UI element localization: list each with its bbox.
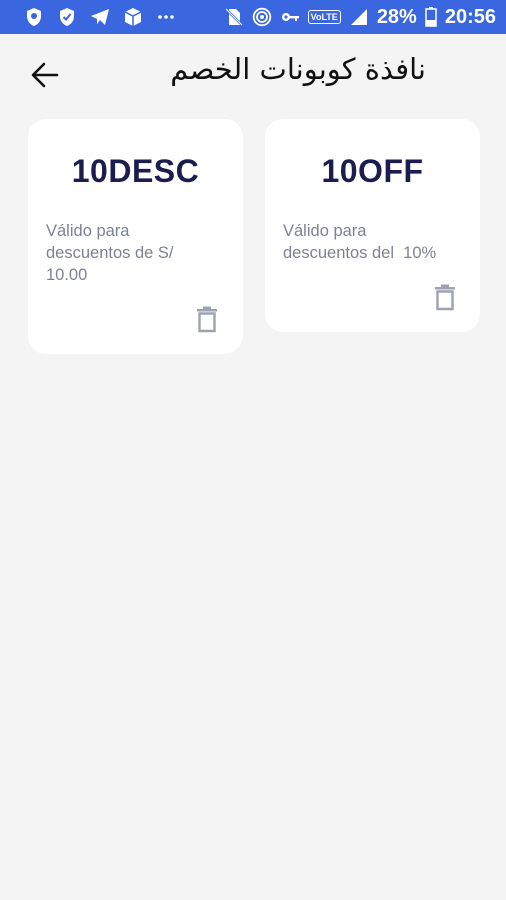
- battery-icon: [425, 7, 437, 27]
- clock: 20:56: [444, 5, 496, 28]
- status-bar: VoLTE 28% 20:56: [0, 0, 506, 34]
- shield-check-icon: [57, 7, 77, 27]
- delete-button[interactable]: [194, 304, 220, 334]
- key-icon: [280, 7, 300, 27]
- package-icon: [123, 7, 143, 27]
- arrow-left-icon: [31, 62, 59, 88]
- signal-icon: [349, 7, 369, 27]
- coupon-description: Válido para descuentos de S/ 10.00: [46, 222, 174, 284]
- trash-icon: [197, 306, 217, 332]
- hotspot-icon: [252, 7, 272, 27]
- battery-percent: 28%: [376, 5, 417, 28]
- coupon-code: 10OFF: [321, 153, 424, 189]
- delete-button[interactable]: [432, 282, 458, 312]
- telegram-icon: [90, 7, 110, 27]
- coupon-code: 10DESC: [71, 153, 200, 189]
- coupon-card[interactable]: 10DESC Válido para descuentos de S/ 10.0…: [28, 119, 243, 354]
- app-header: نافذة كوبونات الخصم: [0, 34, 506, 114]
- more-icon: [156, 7, 176, 27]
- coupon-card[interactable]: 10OFF Válido para descuentos del 10%: [265, 119, 480, 332]
- page-title: نافذة كوبونات الخصم: [170, 52, 426, 86]
- volte-icon: VoLTE: [307, 10, 341, 24]
- trash-icon: [435, 284, 455, 310]
- back-button[interactable]: [26, 58, 64, 92]
- no-sim-icon: [224, 7, 244, 27]
- coupon-description: Válido para descuentos del 10%: [283, 222, 437, 262]
- shield-icon: [24, 7, 44, 27]
